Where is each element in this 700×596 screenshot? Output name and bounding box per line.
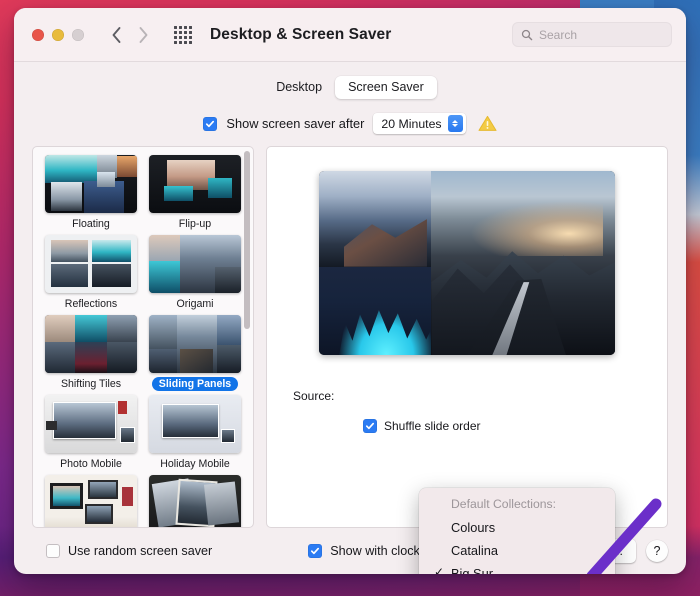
checkmark-icon: ✓ xyxy=(434,565,445,574)
screen-saver-panel: Floating Flip-up Reflections Origami Shi… xyxy=(32,146,668,574)
chevron-right-icon[interactable] xyxy=(137,25,150,45)
use-random-screen-saver-row[interactable]: Use random screen saver xyxy=(46,544,212,558)
screen-saver-timer-row: Show screen saver after 20 Minutes xyxy=(32,113,668,134)
saver-thumbnail xyxy=(45,395,137,453)
list-item[interactable]: Photo Mobile xyxy=(43,395,139,471)
shuffle-slide-order-checkbox[interactable] xyxy=(363,419,377,433)
screen-saver-delay-select[interactable]: 20 Minutes xyxy=(373,113,466,134)
saver-label: Floating xyxy=(72,218,110,230)
screen-saver-list[interactable]: Floating Flip-up Reflections Origami Shi… xyxy=(32,146,254,528)
saver-thumbnail xyxy=(45,235,137,293)
system-preferences-window: Desktop & Screen Saver Desktop Screen Sa… xyxy=(14,8,686,574)
menu-item-catalina[interactable]: Catalina xyxy=(419,539,615,562)
menu-item-big-sur[interactable]: ✓ Big Sur xyxy=(419,562,615,574)
menu-item-label: Catalina xyxy=(451,543,498,558)
saver-label: Reflections xyxy=(64,298,118,310)
list-item[interactable]: Vintage Prints xyxy=(147,475,243,527)
checkmark-icon xyxy=(206,120,215,127)
help-button[interactable]: ? xyxy=(646,540,668,562)
list-item-selected[interactable]: Sliding Panels xyxy=(147,315,243,391)
saver-label: Flip-up xyxy=(178,218,212,230)
tab-bar: Desktop Screen Saver xyxy=(32,76,668,99)
saver-thumbnail xyxy=(45,315,137,373)
stepper-chevrons-icon[interactable] xyxy=(447,115,463,132)
shuffle-slide-order-label: Shuffle slide order xyxy=(384,419,481,433)
tab-screen-saver[interactable]: Screen Saver xyxy=(335,76,437,99)
list-item[interactable]: Holiday Mobile xyxy=(147,395,243,471)
menu-item-label: Colours xyxy=(451,520,496,535)
window-body: Desktop Screen Saver Show screen saver a… xyxy=(14,62,686,574)
screen-saver-delay-value: 20 Minutes xyxy=(381,116,442,131)
show-with-clock-row[interactable]: Show with clock xyxy=(308,544,420,558)
source-label: Source: xyxy=(293,389,335,403)
search-icon xyxy=(521,29,533,40)
tab-desktop[interactable]: Desktop xyxy=(263,76,335,99)
page-title: Desktop & Screen Saver xyxy=(210,25,392,43)
close-button[interactable] xyxy=(32,28,44,41)
saver-thumbnail xyxy=(149,315,241,373)
saver-thumbnail xyxy=(45,475,137,527)
show-with-clock-label: Show with clock xyxy=(330,544,420,558)
list-scrollbar-thumb[interactable] xyxy=(244,151,250,329)
window-titlebar: Desktop & Screen Saver xyxy=(14,8,686,62)
traffic-lights xyxy=(32,28,84,41)
list-item[interactable]: Reflections xyxy=(43,235,139,311)
show-screen-saver-label: Show screen saver after xyxy=(226,116,365,131)
saver-label: Shifting Tiles xyxy=(60,378,122,390)
list-item[interactable]: Origami xyxy=(147,235,243,311)
show-with-clock-checkbox[interactable] xyxy=(308,544,323,558)
chevron-left-icon[interactable] xyxy=(110,25,123,45)
shuffle-row: Shuffle slide order xyxy=(267,419,667,433)
zoom-button[interactable] xyxy=(72,28,84,41)
use-random-screen-saver-checkbox[interactable] xyxy=(46,544,60,558)
saver-thumbnail xyxy=(149,475,241,527)
preview-panel-bottom-left xyxy=(319,266,432,355)
list-item[interactable]: Photo Wall xyxy=(43,475,139,527)
list-item[interactable]: Floating xyxy=(43,155,139,231)
warning-triangle-icon xyxy=(478,115,497,131)
saver-thumbnail xyxy=(149,235,241,293)
screen-saver-preview[interactable] xyxy=(319,171,615,355)
navigation-buttons xyxy=(110,25,150,45)
saver-thumbnail xyxy=(149,395,241,453)
menu-item-label: Big Sur xyxy=(451,566,493,574)
saver-label: Photo Mobile xyxy=(60,458,122,470)
minimize-button[interactable] xyxy=(52,28,64,41)
show-screen-saver-checkbox[interactable] xyxy=(203,116,218,131)
preview-panel-top-left xyxy=(319,171,432,267)
saver-label: Sliding Panels xyxy=(151,377,239,391)
menu-header: Default Collections: xyxy=(451,497,556,511)
list-item[interactable]: Shifting Tiles xyxy=(43,315,139,391)
source-dropdown-menu[interactable]: Default Collections: Colours Catalina ✓ … xyxy=(419,488,615,574)
search-field[interactable] xyxy=(512,22,672,47)
menu-item-colours[interactable]: Colours xyxy=(419,516,615,539)
saver-thumbnail xyxy=(45,155,137,213)
use-random-screen-saver-label: Use random screen saver xyxy=(68,544,213,558)
saver-thumbnail xyxy=(149,155,241,213)
grid-apps-icon[interactable] xyxy=(174,25,192,44)
source-row: Source: xyxy=(267,389,667,403)
saver-label: Origami xyxy=(176,298,214,310)
list-item[interactable]: Flip-up xyxy=(147,155,243,231)
checkmark-icon xyxy=(365,422,375,430)
preview-sun-glow xyxy=(467,200,604,256)
screen-saver-preview-panel: Source: Shuffle slide order xyxy=(266,146,668,528)
saver-label: Holiday Mobile xyxy=(160,458,230,470)
desktop-wallpaper: Desktop & Screen Saver Desktop Screen Sa… xyxy=(0,0,700,596)
search-input[interactable] xyxy=(539,27,663,42)
checkmark-icon xyxy=(311,547,320,555)
